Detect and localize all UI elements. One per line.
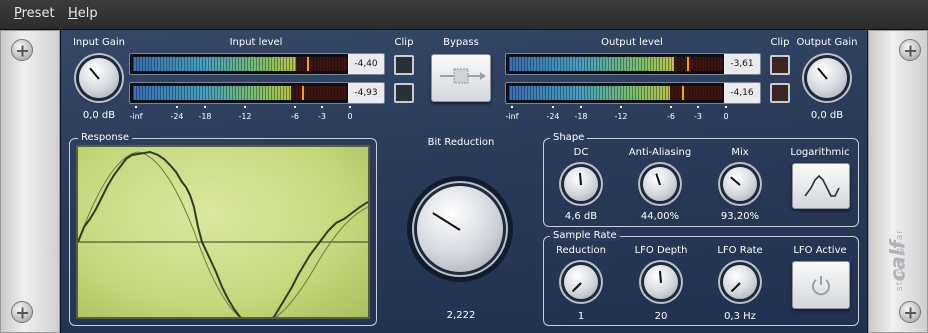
output-clip-label: Clip bbox=[770, 37, 790, 48]
lfo-rate-value: 0,3 Hz bbox=[724, 311, 756, 322]
input-level-label: Input level bbox=[229, 37, 283, 48]
bypass-button[interactable] bbox=[431, 54, 491, 102]
response-curve bbox=[77, 150, 369, 326]
input-meter-1-fill bbox=[133, 57, 296, 71]
reduction-knob[interactable] bbox=[564, 265, 598, 299]
input-meter-1-value: -4,40 bbox=[348, 54, 384, 74]
lfo-active-button[interactable] bbox=[792, 261, 850, 309]
crusher-panel: Input Gain 0,0 dB Input level -4,40 -4,9… bbox=[60, 30, 868, 333]
output-gain-label: Output Gain bbox=[796, 37, 858, 48]
output-meter-1-fill bbox=[509, 57, 674, 71]
lfo-rate-label: LFO Rate bbox=[717, 245, 763, 256]
input-clip-label: Clip bbox=[394, 37, 414, 48]
reduction-label: Reduction bbox=[556, 245, 606, 256]
response-frame: Response bbox=[69, 132, 377, 326]
screw-icon bbox=[11, 39, 33, 61]
response-title: Response bbox=[78, 132, 133, 143]
logarithmic-label: Logarithmic bbox=[790, 147, 850, 158]
input-meter-2-fill bbox=[133, 86, 291, 100]
bypass-icon bbox=[440, 68, 486, 84]
reduction-value: 1 bbox=[577, 311, 585, 322]
plugin-rack: calf studio gear Input Gain 0,0 dB Input… bbox=[0, 30, 928, 333]
screw-icon bbox=[899, 39, 921, 61]
output-level-meter-2: -4,16 bbox=[505, 82, 761, 104]
dc-value: 4,6 dB bbox=[564, 211, 598, 222]
brand-logo: calf studio gear bbox=[885, 229, 910, 291]
lfo-depth-label: LFO Depth bbox=[634, 245, 688, 256]
menu-preset[interactable]: Preset bbox=[14, 6, 55, 21]
input-gain-knob[interactable] bbox=[79, 58, 119, 98]
output-level-label: Output level bbox=[601, 37, 663, 48]
logarithmic-button[interactable] bbox=[792, 163, 850, 209]
lfo-depth-value: 20 bbox=[654, 311, 668, 322]
shape-title: Shape bbox=[550, 132, 588, 143]
bit-reduction-knob[interactable] bbox=[417, 186, 503, 272]
output-gain-value: 0,0 dB bbox=[810, 110, 844, 121]
menu-bar: Preset Help bbox=[0, 0, 928, 30]
power-icon bbox=[812, 276, 830, 296]
output-gain-knob[interactable] bbox=[807, 58, 847, 98]
input-meter-2-value: -4,93 bbox=[348, 83, 384, 103]
bypass-label: Bypass bbox=[443, 37, 479, 48]
mix-value: 93,20% bbox=[720, 211, 760, 222]
dc-label: DC bbox=[573, 147, 589, 158]
rack-ear-left bbox=[0, 30, 60, 333]
output-meter-2-fill bbox=[509, 86, 670, 100]
anti-aliasing-label: Anti-Aliasing bbox=[628, 147, 692, 158]
anti-aliasing-value: 44,00% bbox=[640, 211, 680, 222]
input-gain-value: 0,0 dB bbox=[82, 110, 116, 121]
mix-knob[interactable] bbox=[723, 167, 757, 201]
screw-icon bbox=[899, 301, 921, 323]
step-wave-icon bbox=[804, 174, 840, 197]
input-level-meter-1: -4,40 bbox=[129, 53, 385, 75]
output-meter-2-value: -4,16 bbox=[724, 83, 760, 103]
bit-reduction-knob-ring bbox=[407, 176, 513, 282]
sample-rate-frame: Sample Rate Reduction 1 LFO Depth 20 LFO… bbox=[543, 230, 859, 326]
sample-rate-title: Sample Rate bbox=[550, 230, 620, 241]
bit-reduction-label: Bit Reduction bbox=[427, 137, 495, 148]
lfo-active-label: LFO Active bbox=[793, 245, 847, 256]
menu-help[interactable]: Help bbox=[68, 6, 98, 21]
dc-knob[interactable] bbox=[564, 167, 598, 201]
response-graph bbox=[76, 145, 370, 326]
lfo-rate-knob[interactable] bbox=[723, 265, 757, 299]
lfo-depth-knob[interactable] bbox=[644, 265, 678, 299]
output-clip-indicator-1 bbox=[770, 55, 790, 75]
input-clip-indicator-1 bbox=[394, 55, 414, 75]
output-meter-1-value: -3,61 bbox=[724, 54, 760, 74]
output-level-meter-1: -3,61 bbox=[505, 53, 761, 75]
shape-frame: Shape DC 4,6 dB Anti-Aliasing 44,00% Mix… bbox=[543, 132, 859, 227]
mix-label: Mix bbox=[731, 147, 749, 158]
input-gain-label: Input Gain bbox=[72, 37, 126, 48]
input-level-meter-2: -4,93 bbox=[129, 82, 385, 104]
bit-reduction-value: 2,222 bbox=[446, 310, 476, 321]
rack-ear-right: calf studio gear bbox=[868, 30, 928, 333]
input-clip-indicator-2 bbox=[394, 83, 414, 103]
anti-aliasing-knob[interactable] bbox=[643, 167, 677, 201]
screw-icon bbox=[11, 301, 33, 323]
output-clip-indicator-2 bbox=[770, 83, 790, 103]
